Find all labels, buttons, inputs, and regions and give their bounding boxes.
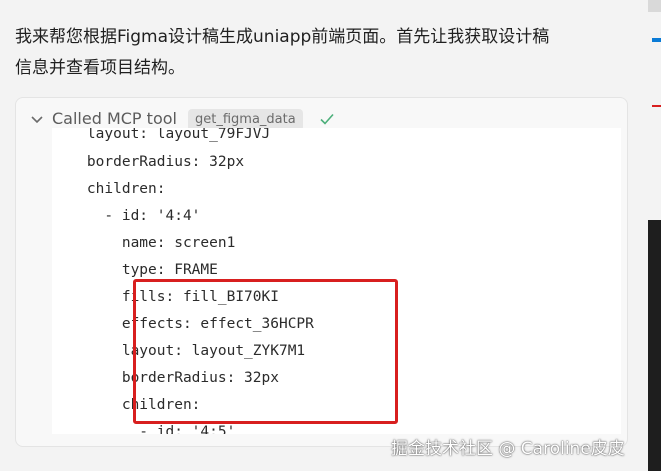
annotation-highlight-box: [133, 279, 398, 424]
message-line-2: 信息并查看项目结构。: [15, 58, 185, 78]
tool-call-title: Called MCP tool: [52, 109, 177, 128]
code-line: type: FRAME: [52, 262, 218, 278]
code-line: borderRadius: 32px: [52, 154, 245, 170]
message-line-1: 我来帮您根据Figma设计稿生成uniapp前端页面。首先让我获取设计稿: [15, 27, 550, 47]
code-line: children:: [52, 181, 166, 197]
assistant-message: 我来帮您根据Figma设计稿生成uniapp前端页面。首先让我获取设计稿 信息并…: [15, 22, 623, 84]
code-line: layout: layout_79FJVJ: [52, 128, 271, 142]
watermark: 掘金技术社区 @ Caroline皮皮: [391, 439, 625, 459]
check-icon: [320, 113, 334, 125]
editor-edge-strip: [648, 0, 661, 471]
code-line: name: screen1: [52, 235, 236, 251]
chevron-down-icon[interactable]: [30, 112, 44, 126]
code-line: - id: '4:4': [52, 208, 201, 224]
